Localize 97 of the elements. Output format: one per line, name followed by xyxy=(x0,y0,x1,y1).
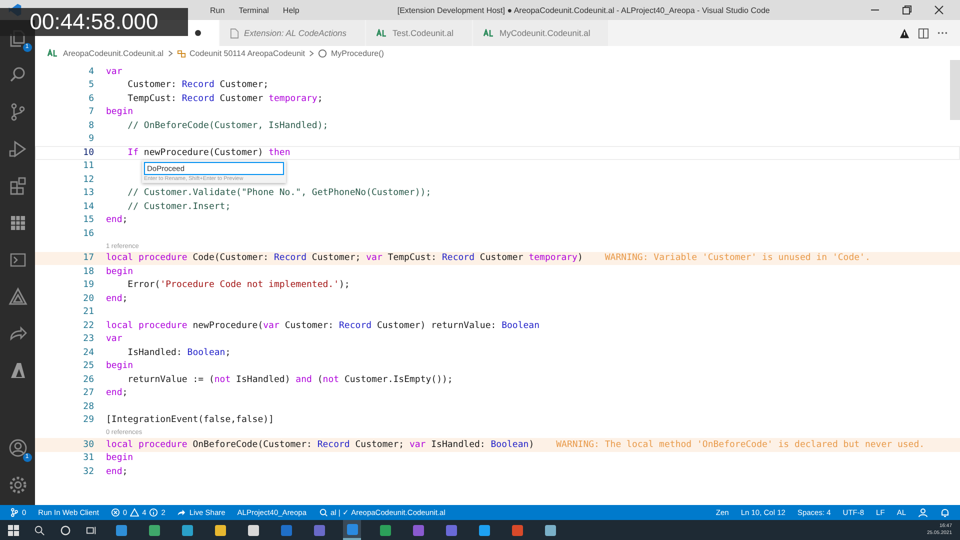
line-number: 11 xyxy=(82,161,94,172)
code-line: end; xyxy=(106,215,128,226)
code-line: local procedure newProcedure(var Customer: Record Customer) returnValue: Boolean xyxy=(106,320,540,331)
info-icon xyxy=(149,508,158,517)
code-line: returnValue := (not IsHandled) and (not Customer.IsEmpty()); xyxy=(126,374,453,385)
line-number: 28 xyxy=(82,402,94,412)
settings-icon[interactable] xyxy=(8,475,28,495)
account-icon[interactable] xyxy=(8,438,28,458)
branch-icon xyxy=(10,508,19,517)
line-number: 15 xyxy=(82,215,94,226)
warning-icon xyxy=(130,508,140,517)
chevron-icon xyxy=(168,50,173,56)
line-number: 32 xyxy=(82,466,94,477)
line-number: 18 xyxy=(82,266,94,277)
file-type-icon xyxy=(376,29,388,37)
line-number: 17 xyxy=(82,253,94,264)
split-editor-icon[interactable] xyxy=(918,28,929,38)
line-number: 31 xyxy=(82,453,94,464)
search-icon[interactable] xyxy=(34,524,45,536)
start-icon[interactable] xyxy=(8,524,19,536)
video-timestamp: 00:44:58.000 xyxy=(0,8,188,36)
line-number: 4 xyxy=(88,66,94,77)
error-icon xyxy=(110,508,120,517)
line-number: 21 xyxy=(82,307,94,318)
code-line: // OnBeforeCode(Customer, IsHandled); xyxy=(126,120,328,131)
code-line: Error('Procedure Code not implemented.'); xyxy=(126,280,350,290)
document-icon xyxy=(230,28,239,38)
breadcrumb-item[interactable]: AreopaCodeunit.Codeunit.al xyxy=(63,48,164,58)
line-number: 7 xyxy=(88,107,94,118)
code-line: IsHandled: Boolean; xyxy=(126,348,231,358)
menu-item[interactable]: Terminal xyxy=(238,6,269,14)
line-number: 13 xyxy=(82,188,94,198)
run-icon[interactable] xyxy=(8,139,28,159)
code-line: var xyxy=(106,66,122,77)
share-icon xyxy=(177,508,186,517)
code-line: begin xyxy=(106,107,134,118)
extensions-icon[interactable] xyxy=(8,176,28,196)
editor-tab[interactable]: MyCodeunit.Codeunit.al xyxy=(472,20,610,46)
line-number: 27 xyxy=(82,388,94,398)
line-number: 19 xyxy=(82,280,94,290)
person-icon[interactable] xyxy=(918,508,928,518)
class-icon xyxy=(176,48,186,58)
menu-item[interactable]: Run xyxy=(210,6,225,14)
line-number: 12 xyxy=(82,174,94,185)
line-number: 29 xyxy=(82,415,94,426)
code-line: begin xyxy=(106,266,134,277)
warning-message: WARNING: The local method 'OnBeforeCode' is declared but never used. xyxy=(556,440,925,450)
method-icon xyxy=(318,48,328,58)
scrollbar[interactable] xyxy=(950,60,960,120)
line-number: 14 xyxy=(82,202,94,212)
file-type-icon xyxy=(482,29,494,37)
task-view-icon[interactable] xyxy=(86,524,97,536)
restore-icon[interactable] xyxy=(902,5,912,15)
editor-tab[interactable] xyxy=(185,20,220,46)
breadcrumb-item[interactable]: Codeunit 50114 AreopaCodeunit xyxy=(190,48,306,58)
file-type-icon xyxy=(47,49,59,57)
line-number: 6 xyxy=(88,94,94,104)
code-line: Customer: Record Customer; xyxy=(126,80,269,90)
code-line: begin xyxy=(106,361,134,372)
code-line: TempCust: Record Customer temporary; xyxy=(126,94,323,104)
more-icon[interactable] xyxy=(937,31,948,35)
line-number: 23 xyxy=(82,334,94,344)
line-number: 26 xyxy=(82,374,94,385)
code-line: end; xyxy=(106,466,128,477)
code-line: local procedure OnBeforeCode(Customer: Record Customer; var IsHandled: Boolean) xyxy=(106,440,534,450)
line-number: 10 xyxy=(82,148,94,158)
line-number: 24 xyxy=(82,348,94,358)
editor-tab[interactable]: Extension: AL CodeActions xyxy=(220,20,366,46)
chevron-icon xyxy=(309,50,314,56)
code-line: var xyxy=(106,334,122,344)
line-number: 25 xyxy=(82,361,94,372)
triangle-icon[interactable] xyxy=(8,287,28,307)
warning-message: WARNING: Variable 'Customer' is unused in 'Code'. xyxy=(604,253,870,264)
line-number: 9 xyxy=(88,134,94,144)
line-number: 22 xyxy=(82,320,94,331)
menu-item[interactable]: Help xyxy=(282,6,300,14)
code-line: // Customer.Insert; xyxy=(126,202,231,212)
breadcrumb-item[interactable]: MyProcedure() xyxy=(331,48,384,58)
line-number: 5 xyxy=(88,80,94,90)
circle-icon[interactable] xyxy=(60,524,71,536)
line-number: 8 xyxy=(88,120,94,131)
code-line: end; xyxy=(106,294,128,304)
unsaved-dot-icon xyxy=(195,30,201,36)
code-line: local procedure Code(Customer: Record Customer; var TempCust: Record Customer temporary) xyxy=(106,253,583,264)
line-number: 20 xyxy=(82,294,94,304)
code-line: // Customer.Validate("Phone No.", GetPhoneNo(Customer)); xyxy=(126,188,432,198)
line-number: 30 xyxy=(82,440,94,450)
editor-tab[interactable]: Test.Codeunit.al xyxy=(366,20,472,46)
warning-icon[interactable] xyxy=(899,28,910,38)
code-line: begin xyxy=(106,453,134,464)
code-line: If newProcedure(Customer) then xyxy=(126,148,290,158)
bell-icon[interactable] xyxy=(940,508,950,518)
code-line: end; xyxy=(106,388,128,398)
window-title: [Extension Development Host] ● AreopaCodeunit.Codeunit.al - ALProject40_Areopa - Visual Studio Code xyxy=(396,6,771,14)
line-number: 16 xyxy=(82,228,94,239)
close-icon[interactable] xyxy=(934,5,944,15)
code-line: [IntegrationEvent(false,false)] xyxy=(106,415,274,426)
